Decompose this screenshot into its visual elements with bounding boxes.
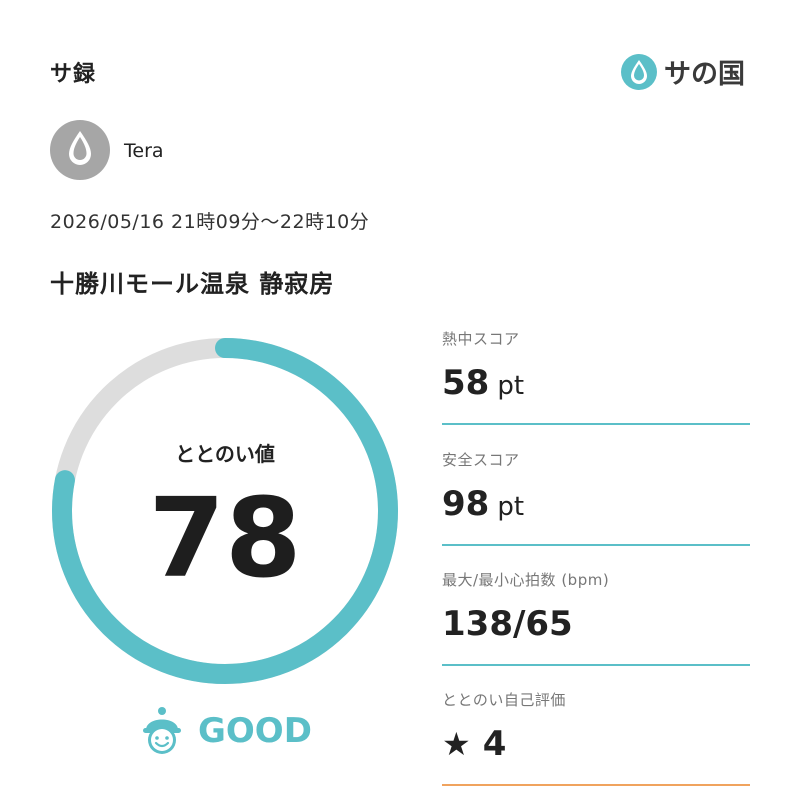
metric-value-row: ★ 4 (442, 724, 750, 768)
metric-heart-rate: 最大/最小心拍数 (bpm) 138/65 (442, 569, 750, 666)
smiling-sauna-hat-icon (143, 707, 181, 754)
gauge-value: 78 (148, 474, 302, 602)
metric-unit: pt (497, 371, 525, 401)
gauge-label: ととのい値 (175, 442, 275, 466)
session-time: 2026/05/16 21時09分〜22時10分 (50, 211, 370, 233)
metric-value: 98 (442, 484, 490, 524)
metric-label: 安全スコア (442, 451, 520, 469)
facility-name[interactable]: 十勝川モール温泉 静寂房 (50, 264, 334, 299)
divider (442, 544, 750, 546)
metric-value-row: 98 pt (442, 484, 750, 528)
divider (442, 664, 750, 666)
metric-heat-score: 熱中スコア 58 pt (442, 328, 750, 425)
metric-label: ととのい自己評価 (442, 691, 566, 709)
metric-self-rating: ととのい自己評価 ★ 4 (442, 689, 750, 786)
divider (442, 423, 750, 425)
metric-value: 4 (482, 724, 507, 764)
star-icon: ★ (442, 725, 471, 763)
metric-value-row: 138/65 (442, 604, 750, 648)
metric-label: 最大/最小心拍数 (bpm) (442, 571, 610, 589)
metric-label: 熱中スコア (442, 330, 520, 348)
metric-value-row: 58 pt (442, 363, 750, 407)
metric-value: 138/65 (442, 604, 573, 644)
page-title: サ録 (50, 62, 97, 87)
brand-logo[interactable]: サの国 (620, 52, 745, 91)
brand-name: サの国 (664, 59, 745, 90)
metric-safety-score: 安全スコア 98 pt (442, 449, 750, 546)
rating-badge: GOOD (140, 706, 312, 756)
user-name[interactable]: Tera (124, 140, 164, 162)
rating-text: GOOD (198, 711, 312, 751)
metric-value: 58 (442, 363, 490, 403)
metric-unit: pt (497, 492, 525, 522)
water-drop-icon (621, 53, 657, 90)
divider (442, 784, 750, 786)
avatar[interactable] (50, 120, 110, 180)
